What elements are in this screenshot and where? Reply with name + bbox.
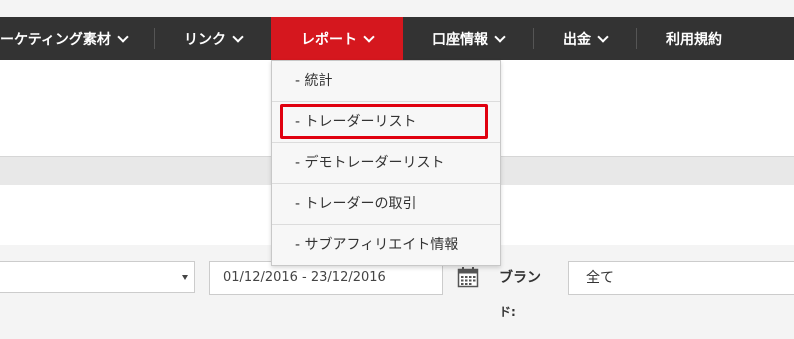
- filter-select[interactable]: [0, 261, 195, 293]
- date-range-input[interactable]: 01/12/2016 - 23/12/2016: [209, 261, 443, 295]
- chevron-down-icon: [597, 30, 609, 43]
- nav-withdrawal[interactable]: 出金: [534, 17, 636, 60]
- main-navbar: ーケティング素材 リンク レポート 口座情報 出金 利用規約: [0, 17, 794, 60]
- nav-terms-label: 利用規約: [666, 31, 722, 48]
- caret-down-icon: [182, 275, 188, 280]
- nav-marketing-materials-label: ーケティング素材: [0, 31, 111, 48]
- nav-withdrawal-label: 出金: [563, 31, 591, 48]
- nav-account-info[interactable]: 口座情報: [403, 17, 533, 60]
- menu-item-sub-affiliate-info[interactable]: - サブアフィリエイト情報: [272, 225, 500, 265]
- chevron-down-icon: [363, 30, 375, 43]
- nav-account-info-label: 口座情報: [432, 31, 488, 48]
- brand-label: ブラン ド:: [499, 268, 547, 322]
- highlight-box: [280, 104, 488, 139]
- chevron-down-icon: [117, 30, 129, 43]
- menu-item-statistics[interactable]: - 統計: [272, 61, 500, 101]
- reports-dropdown-menu: - 統計 - トレーダーリスト - デモトレーダーリスト - トレーダーの取引 …: [271, 60, 501, 266]
- nav-links-label: リンク: [184, 31, 226, 48]
- nav-marketing-materials[interactable]: ーケティング素材: [0, 17, 140, 60]
- chevron-down-icon: [494, 30, 506, 43]
- brand-select[interactable]: 全て: [568, 261, 794, 295]
- menu-item-demo-trader-list[interactable]: - デモトレーダーリスト: [272, 143, 500, 183]
- brand-label-line1: ブラン: [499, 270, 541, 286]
- nav-terms[interactable]: 利用規約: [637, 17, 751, 60]
- brand-label-line2: ド:: [499, 305, 516, 319]
- top-strip: [0, 0, 794, 17]
- nav-links[interactable]: リンク: [160, 17, 266, 60]
- calendar-icon[interactable]: [457, 266, 479, 288]
- chevron-down-icon: [232, 30, 244, 43]
- nav-divider: [154, 28, 155, 49]
- nav-reports-label: レポート: [301, 31, 357, 48]
- menu-item-trader-trades[interactable]: - トレーダーの取引: [272, 184, 500, 224]
- nav-reports[interactable]: レポート: [271, 17, 403, 60]
